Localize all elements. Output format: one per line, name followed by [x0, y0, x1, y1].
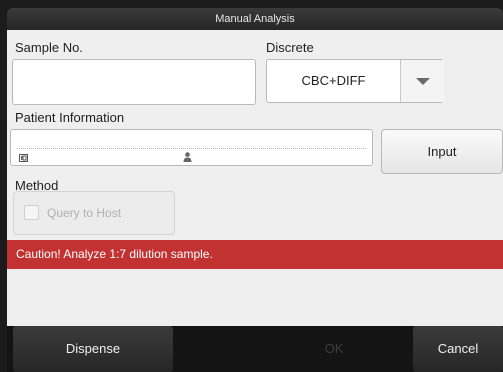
action-bar: Dispense OK Cancel	[7, 326, 503, 372]
sample-no-input[interactable]	[12, 59, 256, 105]
patient-input-button[interactable]: Input	[381, 129, 503, 174]
id-card-icon	[19, 154, 28, 162]
query-to-host-toggle[interactable]: Query to Host	[13, 191, 175, 235]
discrete-dropdown-button[interactable]	[400, 60, 444, 102]
field-separator	[17, 148, 366, 149]
query-to-host-label: Query to Host	[47, 206, 122, 220]
discrete-label: Discrete	[266, 40, 314, 55]
patient-info-label: Patient Information	[15, 110, 125, 125]
query-checkbox[interactable]	[24, 205, 39, 220]
window-title: Manual Analysis	[7, 8, 503, 30]
cancel-button[interactable]: Cancel	[413, 326, 503, 372]
person-icon	[183, 152, 192, 162]
chevron-down-icon	[416, 78, 430, 85]
discrete-select[interactable]: CBC+DIFF	[266, 59, 444, 103]
discrete-value: CBC+DIFF	[301, 73, 366, 88]
caution-banner: Caution! Analyze 1:7 dilution sample.	[7, 240, 503, 269]
manual-analysis-dialog: Sample No. Discrete CBC+DIFF Patient Inf…	[7, 30, 503, 326]
sample-no-label: Sample No.	[15, 40, 83, 55]
patient-info-field[interactable]	[10, 129, 373, 166]
ok-button[interactable]: OK	[259, 326, 409, 372]
dispense-button[interactable]: Dispense	[13, 326, 173, 372]
